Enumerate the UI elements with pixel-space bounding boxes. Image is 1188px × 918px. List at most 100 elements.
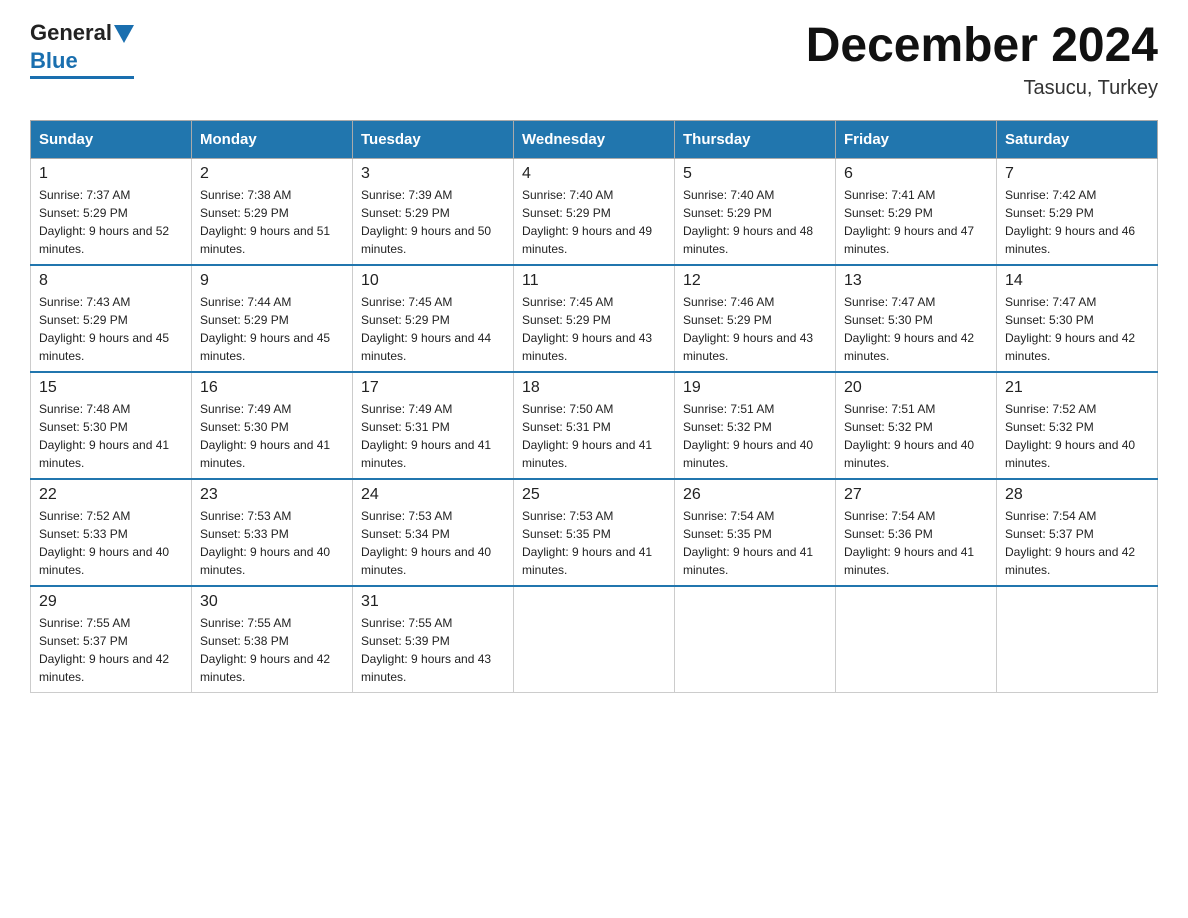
day-number: 28 — [1005, 486, 1149, 504]
day-info: Sunrise: 7:55 AM Sunset: 5:38 PM Dayligh… — [200, 614, 344, 686]
day-number: 25 — [522, 486, 666, 504]
calendar-day-cell: 1 Sunrise: 7:37 AM Sunset: 5:29 PM Dayli… — [31, 158, 192, 265]
day-info: Sunrise: 7:52 AM Sunset: 5:33 PM Dayligh… — [39, 507, 183, 579]
day-info: Sunrise: 7:41 AM Sunset: 5:29 PM Dayligh… — [844, 186, 988, 258]
calendar-header-row: Sunday Monday Tuesday Wednesday Thursday… — [31, 120, 1158, 158]
day-info: Sunrise: 7:38 AM Sunset: 5:29 PM Dayligh… — [200, 186, 344, 258]
calendar-subtitle: Tasucu, Turkey — [806, 77, 1158, 100]
calendar-day-cell: 16 Sunrise: 7:49 AM Sunset: 5:30 PM Dayl… — [192, 372, 353, 479]
day-number: 27 — [844, 486, 988, 504]
day-number: 9 — [200, 272, 344, 290]
calendar-day-cell: 15 Sunrise: 7:48 AM Sunset: 5:30 PM Dayl… — [31, 372, 192, 479]
day-info: Sunrise: 7:39 AM Sunset: 5:29 PM Dayligh… — [361, 186, 505, 258]
day-info: Sunrise: 7:53 AM Sunset: 5:35 PM Dayligh… — [522, 507, 666, 579]
day-info: Sunrise: 7:45 AM Sunset: 5:29 PM Dayligh… — [361, 293, 505, 365]
calendar-day-cell: 5 Sunrise: 7:40 AM Sunset: 5:29 PM Dayli… — [675, 158, 836, 265]
calendar-day-cell: 28 Sunrise: 7:54 AM Sunset: 5:37 PM Dayl… — [997, 479, 1158, 586]
calendar-day-cell: 21 Sunrise: 7:52 AM Sunset: 5:32 PM Dayl… — [997, 372, 1158, 479]
calendar-day-cell: 6 Sunrise: 7:41 AM Sunset: 5:29 PM Dayli… — [836, 158, 997, 265]
day-number: 26 — [683, 486, 827, 504]
day-number: 12 — [683, 272, 827, 290]
day-number: 20 — [844, 379, 988, 397]
header-sunday: Sunday — [31, 120, 192, 158]
day-info: Sunrise: 7:53 AM Sunset: 5:34 PM Dayligh… — [361, 507, 505, 579]
day-number: 8 — [39, 272, 183, 290]
calendar-day-cell: 7 Sunrise: 7:42 AM Sunset: 5:29 PM Dayli… — [997, 158, 1158, 265]
calendar-day-cell: 10 Sunrise: 7:45 AM Sunset: 5:29 PM Dayl… — [353, 265, 514, 372]
calendar-day-cell — [836, 586, 997, 693]
page-header: General Blue December 2024 Tasucu, Turke… — [30, 20, 1158, 100]
day-number: 11 — [522, 272, 666, 290]
day-number: 5 — [683, 165, 827, 183]
day-info: Sunrise: 7:42 AM Sunset: 5:29 PM Dayligh… — [1005, 186, 1149, 258]
day-number: 29 — [39, 593, 183, 611]
day-info: Sunrise: 7:49 AM Sunset: 5:30 PM Dayligh… — [200, 400, 344, 472]
header-tuesday: Tuesday — [353, 120, 514, 158]
calendar-table: Sunday Monday Tuesday Wednesday Thursday… — [30, 120, 1158, 693]
day-info: Sunrise: 7:43 AM Sunset: 5:29 PM Dayligh… — [39, 293, 183, 365]
logo: General Blue — [30, 20, 134, 79]
day-info: Sunrise: 7:37 AM Sunset: 5:29 PM Dayligh… — [39, 186, 183, 258]
calendar-day-cell — [997, 586, 1158, 693]
calendar-day-cell: 26 Sunrise: 7:54 AM Sunset: 5:35 PM Dayl… — [675, 479, 836, 586]
calendar-day-cell: 17 Sunrise: 7:49 AM Sunset: 5:31 PM Dayl… — [353, 372, 514, 479]
day-number: 22 — [39, 486, 183, 504]
header-saturday: Saturday — [997, 120, 1158, 158]
title-block: December 2024 Tasucu, Turkey — [806, 20, 1158, 100]
day-number: 23 — [200, 486, 344, 504]
header-wednesday: Wednesday — [514, 120, 675, 158]
day-number: 15 — [39, 379, 183, 397]
day-info: Sunrise: 7:50 AM Sunset: 5:31 PM Dayligh… — [522, 400, 666, 472]
calendar-day-cell: 2 Sunrise: 7:38 AM Sunset: 5:29 PM Dayli… — [192, 158, 353, 265]
day-number: 7 — [1005, 165, 1149, 183]
logo-blue-text: Blue — [30, 48, 78, 74]
day-info: Sunrise: 7:47 AM Sunset: 5:30 PM Dayligh… — [844, 293, 988, 365]
day-number: 1 — [39, 165, 183, 183]
day-number: 24 — [361, 486, 505, 504]
calendar-week-row: 1 Sunrise: 7:37 AM Sunset: 5:29 PM Dayli… — [31, 158, 1158, 265]
header-monday: Monday — [192, 120, 353, 158]
day-info: Sunrise: 7:51 AM Sunset: 5:32 PM Dayligh… — [844, 400, 988, 472]
day-info: Sunrise: 7:46 AM Sunset: 5:29 PM Dayligh… — [683, 293, 827, 365]
calendar-day-cell: 25 Sunrise: 7:53 AM Sunset: 5:35 PM Dayl… — [514, 479, 675, 586]
day-info: Sunrise: 7:54 AM Sunset: 5:37 PM Dayligh… — [1005, 507, 1149, 579]
calendar-week-row: 8 Sunrise: 7:43 AM Sunset: 5:29 PM Dayli… — [31, 265, 1158, 372]
calendar-day-cell: 4 Sunrise: 7:40 AM Sunset: 5:29 PM Dayli… — [514, 158, 675, 265]
calendar-day-cell: 8 Sunrise: 7:43 AM Sunset: 5:29 PM Dayli… — [31, 265, 192, 372]
calendar-day-cell — [675, 586, 836, 693]
logo-general-text: General — [30, 20, 112, 46]
calendar-day-cell: 13 Sunrise: 7:47 AM Sunset: 5:30 PM Dayl… — [836, 265, 997, 372]
day-number: 17 — [361, 379, 505, 397]
day-number: 21 — [1005, 379, 1149, 397]
calendar-day-cell: 22 Sunrise: 7:52 AM Sunset: 5:33 PM Dayl… — [31, 479, 192, 586]
day-number: 3 — [361, 165, 505, 183]
calendar-day-cell — [514, 586, 675, 693]
calendar-day-cell: 31 Sunrise: 7:55 AM Sunset: 5:39 PM Dayl… — [353, 586, 514, 693]
day-number: 2 — [200, 165, 344, 183]
day-info: Sunrise: 7:55 AM Sunset: 5:39 PM Dayligh… — [361, 614, 505, 686]
day-number: 13 — [844, 272, 988, 290]
day-info: Sunrise: 7:54 AM Sunset: 5:36 PM Dayligh… — [844, 507, 988, 579]
calendar-day-cell: 14 Sunrise: 7:47 AM Sunset: 5:30 PM Dayl… — [997, 265, 1158, 372]
day-info: Sunrise: 7:52 AM Sunset: 5:32 PM Dayligh… — [1005, 400, 1149, 472]
day-info: Sunrise: 7:45 AM Sunset: 5:29 PM Dayligh… — [522, 293, 666, 365]
day-number: 4 — [522, 165, 666, 183]
day-number: 30 — [200, 593, 344, 611]
day-number: 14 — [1005, 272, 1149, 290]
calendar-day-cell: 9 Sunrise: 7:44 AM Sunset: 5:29 PM Dayli… — [192, 265, 353, 372]
calendar-day-cell: 12 Sunrise: 7:46 AM Sunset: 5:29 PM Dayl… — [675, 265, 836, 372]
calendar-week-row: 22 Sunrise: 7:52 AM Sunset: 5:33 PM Dayl… — [31, 479, 1158, 586]
day-info: Sunrise: 7:54 AM Sunset: 5:35 PM Dayligh… — [683, 507, 827, 579]
calendar-day-cell: 18 Sunrise: 7:50 AM Sunset: 5:31 PM Dayl… — [514, 372, 675, 479]
day-info: Sunrise: 7:53 AM Sunset: 5:33 PM Dayligh… — [200, 507, 344, 579]
calendar-day-cell: 29 Sunrise: 7:55 AM Sunset: 5:37 PM Dayl… — [31, 586, 192, 693]
day-info: Sunrise: 7:48 AM Sunset: 5:30 PM Dayligh… — [39, 400, 183, 472]
logo-triangle-icon — [114, 25, 134, 43]
header-friday: Friday — [836, 120, 997, 158]
calendar-day-cell: 23 Sunrise: 7:53 AM Sunset: 5:33 PM Dayl… — [192, 479, 353, 586]
calendar-day-cell: 11 Sunrise: 7:45 AM Sunset: 5:29 PM Dayl… — [514, 265, 675, 372]
day-number: 31 — [361, 593, 505, 611]
day-number: 19 — [683, 379, 827, 397]
calendar-day-cell: 19 Sunrise: 7:51 AM Sunset: 5:32 PM Dayl… — [675, 372, 836, 479]
day-number: 18 — [522, 379, 666, 397]
